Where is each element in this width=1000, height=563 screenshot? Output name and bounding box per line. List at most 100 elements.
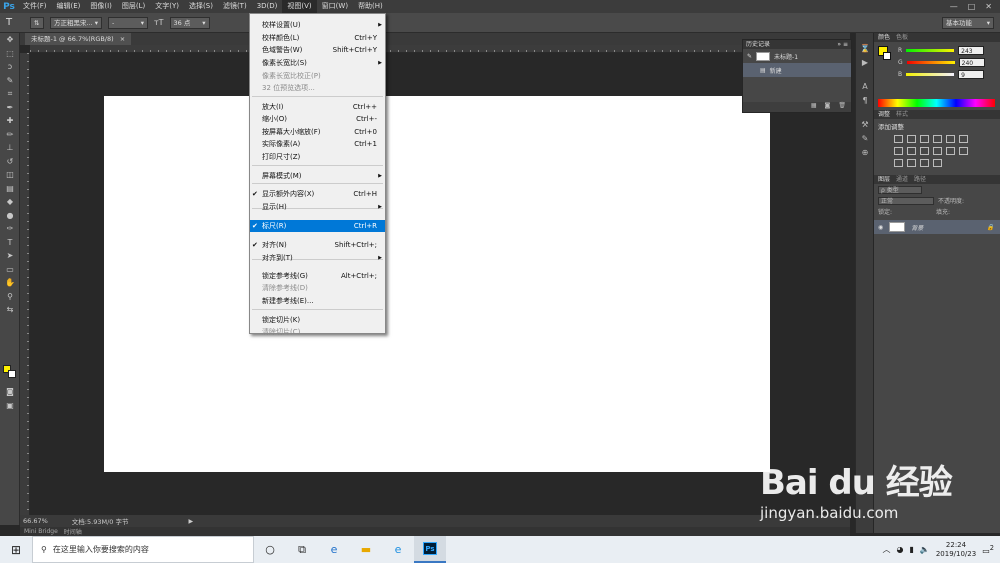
levels-icon[interactable] <box>907 135 916 143</box>
tab-color[interactable]: 颜色 <box>878 33 890 42</box>
tab-layers[interactable]: 图层 <box>878 175 890 184</box>
character-panel-icon[interactable]: A <box>856 79 874 93</box>
lasso-tool-icon[interactable]: ↄ <box>0 60 20 74</box>
trash-icon[interactable]: 🗑 <box>838 102 846 112</box>
brush-tool-icon[interactable]: ✏ <box>0 128 20 142</box>
zoom-level[interactable]: 66.67% <box>23 517 48 525</box>
eyedropper-tool-icon[interactable]: ✒ <box>0 101 20 115</box>
green-value-input[interactable]: 240 <box>958 57 985 67</box>
hue-saturation-icon[interactable] <box>959 135 968 143</box>
gradient-map-icon[interactable] <box>920 159 929 167</box>
menu-3d[interactable]: 3D(D) <box>252 0 283 13</box>
menu-window[interactable]: 窗口(W) <box>317 0 353 13</box>
menu-view[interactable]: 视图(V) <box>282 0 317 13</box>
close-icon[interactable]: × <box>120 35 125 43</box>
stamp-tool-icon[interactable]: ⊥ <box>0 141 20 155</box>
tab-adjustments[interactable]: 调整 <box>878 110 890 119</box>
font-style-select[interactable]: - ▾ <box>108 16 148 29</box>
document-canvas[interactable] <box>104 96 770 472</box>
chevron-up-icon[interactable]: ︿ <box>882 544 890 555</box>
menu-help[interactable]: 帮助(H) <box>353 0 388 13</box>
minimize-button[interactable]: — <box>950 2 958 11</box>
history-step[interactable]: ▤ 新建 <box>743 63 851 77</box>
close-button[interactable]: ✕ <box>985 2 992 11</box>
panel-menu-icon[interactable]: » ≡ <box>837 40 848 49</box>
status-menu-arrow-icon[interactable]: ▶ <box>188 518 193 525</box>
blue-value-input[interactable]: 9 <box>958 69 985 79</box>
layer-kind-select[interactable]: ρ 类型 <box>878 185 922 194</box>
menu-image[interactable]: 图像(I) <box>85 0 117 13</box>
document-tab[interactable]: 未标题-1 @ 66.7%(RGB/8) × <box>25 33 132 45</box>
text-orientation-button[interactable]: ⇅ <box>30 16 44 29</box>
view-menu-item[interactable]: 锁定切片(K) <box>250 314 385 326</box>
view-menu-item[interactable]: 新建参考线(E)... <box>250 295 385 307</box>
vibrance-icon[interactable] <box>946 135 955 143</box>
curves-icon[interactable] <box>920 135 929 143</box>
marquee-tool-icon[interactable]: ⬚ <box>0 47 20 61</box>
selective-color-icon[interactable] <box>933 159 942 167</box>
shape-tool-icon[interactable]: ▭ <box>0 263 20 277</box>
font-family-select[interactable]: 方正粗黑宋... ▾ <box>50 16 102 29</box>
view-menu-item[interactable]: 打印尺寸(Z) <box>250 151 385 163</box>
threshold-icon[interactable] <box>907 159 916 167</box>
view-menu-item[interactable]: 色域警告(W) Shift+Ctrl+Y <box>250 44 385 56</box>
quick-mask-icon[interactable]: ◙ <box>0 385 20 399</box>
view-menu-item[interactable]: 校样设置(U) ▶ <box>250 19 385 31</box>
view-menu-item[interactable]: 校样颜色(L) Ctrl+Y <box>250 32 385 44</box>
view-menu-item[interactable]: 像素长宽比(S) ▶ <box>250 57 385 69</box>
history-brush-icon[interactable]: ↺ <box>0 155 20 169</box>
brush-source-icon[interactable]: ✎ <box>747 53 752 60</box>
photoshop-taskbar-icon[interactable]: Ps <box>414 536 446 563</box>
move-tool-icon[interactable]: ✥ <box>0 33 20 47</box>
color-spectrum[interactable] <box>878 99 995 107</box>
color-lookup-icon[interactable] <box>946 147 955 155</box>
blue-slider[interactable] <box>906 72 955 76</box>
tab-timeline[interactable]: 时间轴 <box>64 527 82 536</box>
clock[interactable]: 22:24 2019/10/23 <box>936 541 976 559</box>
menu-layer[interactable]: 图层(L) <box>117 0 150 13</box>
eraser-tool-icon[interactable]: ◫ <box>0 168 20 182</box>
screen-mode-icon[interactable]: ▣ <box>0 399 20 413</box>
crop-tool-icon[interactable]: ⌗ <box>0 87 20 101</box>
view-menu-item[interactable]: 实际像素(A) Ctrl+1 <box>250 138 385 150</box>
new-document-icon[interactable]: ▦ <box>811 102 817 112</box>
history-snapshot[interactable]: ✎ 未标题-1 <box>743 49 851 63</box>
view-menu-item[interactable]: ✔ 对齐(N) Shift+Ctrl+; <box>250 239 385 251</box>
history-panel-title[interactable]: 历史记录 <box>746 40 770 49</box>
view-menu-item[interactable]: 屏幕模式(M) ▶ <box>250 170 385 182</box>
tab-styles[interactable]: 样式 <box>896 110 908 119</box>
tab-mini-bridge[interactable]: Mini Bridge <box>24 528 58 535</box>
view-menu-item[interactable]: 对齐到(T) ▶ <box>250 252 385 264</box>
invert-icon[interactable] <box>959 147 968 155</box>
menu-select[interactable]: 选择(S) <box>184 0 218 13</box>
snapshot-icon[interactable]: ◙ <box>825 102 831 112</box>
zoom-tool-icon[interactable]: ⚲ <box>0 290 20 304</box>
ie-browser-icon[interactable]: e <box>382 536 414 563</box>
layer-background[interactable]: ◉ 背景 🔒 <box>874 220 1000 234</box>
actions-panel-icon[interactable]: ▶ <box>856 55 874 69</box>
menu-type[interactable]: 文字(Y) <box>150 0 184 13</box>
edge-browser-icon[interactable]: e <box>318 536 350 563</box>
font-size-select[interactable]: 36 点 ▾ <box>169 16 210 29</box>
swap-colors-icon[interactable]: ⇆ <box>0 303 20 317</box>
red-slider[interactable] <box>906 48 955 52</box>
cortana-icon[interactable]: ○ <box>254 536 286 563</box>
task-view-icon[interactable]: ⧉ <box>286 536 318 563</box>
qq-icon[interactable]: ◕ <box>896 545 903 554</box>
background-color-swatch[interactable] <box>883 52 891 60</box>
black-white-icon[interactable] <box>907 147 916 155</box>
view-menu-item[interactable]: 放大(I) Ctrl++ <box>250 101 385 113</box>
blur-tool-icon[interactable]: ◆ <box>0 195 20 209</box>
type-tool-icon[interactable]: T <box>6 17 24 28</box>
type-tool-icon[interactable]: T <box>0 236 20 250</box>
tab-paths[interactable]: 路径 <box>914 175 926 184</box>
red-value-input[interactable]: 243 <box>958 45 985 55</box>
view-menu-item[interactable]: 显示(H) ▶ <box>250 201 385 213</box>
pen-tool-icon[interactable]: ✑ <box>0 222 20 236</box>
view-menu-item[interactable]: ✔ 显示额外内容(X) Ctrl+H <box>250 188 385 200</box>
menu-filter[interactable]: 滤镜(T) <box>218 0 252 13</box>
view-menu-item[interactable]: 锁定参考线(G) Alt+Ctrl+; <box>250 270 385 282</box>
green-slider[interactable] <box>906 60 955 64</box>
blend-mode-select[interactable]: 正常 <box>878 196 934 205</box>
tab-swatches[interactable]: 色板 <box>896 33 908 42</box>
